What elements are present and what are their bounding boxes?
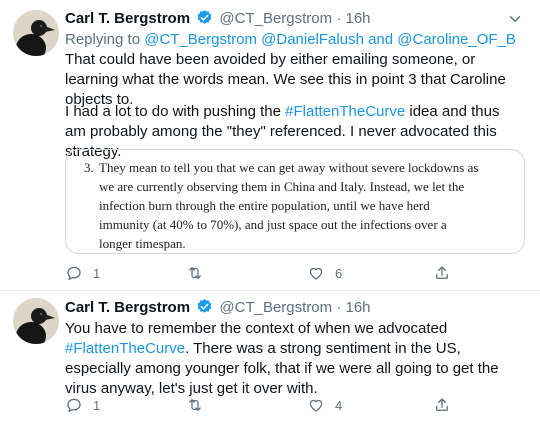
retweet-icon xyxy=(189,399,201,411)
replying-to-label: Replying to xyxy=(65,31,141,48)
hashtag-link[interactable]: #FlattenTheCurve xyxy=(65,340,185,357)
heart-icon xyxy=(309,267,323,280)
like-button[interactable]: 6 xyxy=(307,263,342,283)
author-handle[interactable]: @CT_Bergstrom xyxy=(219,10,332,27)
avatar[interactable] xyxy=(13,298,59,344)
like-count: 4 xyxy=(335,397,343,413)
quote-number: 3. xyxy=(84,160,94,175)
author-name[interactable]: Carl T. Bergstrom xyxy=(65,10,190,27)
like-button[interactable]: 4 xyxy=(307,395,342,415)
share-button[interactable] xyxy=(433,263,451,283)
timestamp[interactable]: 16h xyxy=(345,10,370,27)
tweet-2[interactable]: Carl T. Bergstrom @CT_Bergstrom · 16h Yo… xyxy=(0,290,540,421)
quote-line: 3. They mean to tell you that we can get … xyxy=(84,160,479,175)
text-segment: You have to remember the context of when… xyxy=(65,320,448,337)
retweet-icon xyxy=(189,267,201,279)
retweet-button[interactable] xyxy=(185,263,215,283)
quote-line: we are currently observing them in China… xyxy=(99,179,465,194)
reply-count: 1 xyxy=(93,265,101,281)
like-count: 6 xyxy=(335,265,343,281)
reply-count: 1 xyxy=(93,397,101,413)
share-button[interactable] xyxy=(433,395,451,415)
timestamp[interactable]: 16h xyxy=(345,299,370,316)
verified-badge-icon xyxy=(196,9,213,32)
quote-line: infection burn through the entire popula… xyxy=(99,198,430,213)
reply-icon xyxy=(67,266,81,281)
text-segment: I had a lot to do with pushing the xyxy=(65,103,286,120)
reply-button[interactable]: 1 xyxy=(65,395,100,415)
tweet-header: Carl T. Bergstrom @CT_Bergstrom · 16h xyxy=(65,9,371,29)
share-icon xyxy=(436,266,448,279)
replying-to: Replying to @CT_Bergstrom @DanielFalush … xyxy=(65,30,516,50)
tweet-actions: 1 4 xyxy=(65,395,505,415)
heart-icon xyxy=(309,399,323,412)
verified-badge-icon xyxy=(196,298,213,321)
reply-icon xyxy=(67,398,81,413)
author-name[interactable]: Carl T. Bergstrom xyxy=(65,299,190,316)
reply-button[interactable]: 1 xyxy=(65,263,100,283)
author-handle[interactable]: @CT_Bergstrom xyxy=(219,299,332,316)
hashtag-link[interactable]: #FlattenTheCurve xyxy=(285,103,405,120)
separator-dot: · xyxy=(336,299,342,316)
quoted-image[interactable]: 3. They mean to tell you that we can get … xyxy=(65,149,525,254)
separator-dot: · xyxy=(336,10,342,27)
avatar[interactable] xyxy=(13,10,59,56)
quote-line: immunity (at 40% to 70%), and just space… xyxy=(99,217,447,232)
reply-mentions-link[interactable]: @CT_Bergstrom @DanielFalush and @Carolin… xyxy=(144,31,516,48)
retweet-button[interactable] xyxy=(185,395,215,415)
share-icon xyxy=(436,398,448,411)
tweet-text: You have to remember the context of when… xyxy=(65,319,520,399)
tweet-1[interactable]: Carl T. Bergstrom @CT_Bergstrom · 16h Re… xyxy=(0,0,540,291)
tweet-actions: 1 6 xyxy=(65,263,505,283)
tweet-header: Carl T. Bergstrom @CT_Bergstrom · 16h xyxy=(65,298,371,318)
tweet-text-paragraph-1: That could have been avoided by either e… xyxy=(65,51,506,108)
quote-line: longer timespan. xyxy=(99,236,186,251)
